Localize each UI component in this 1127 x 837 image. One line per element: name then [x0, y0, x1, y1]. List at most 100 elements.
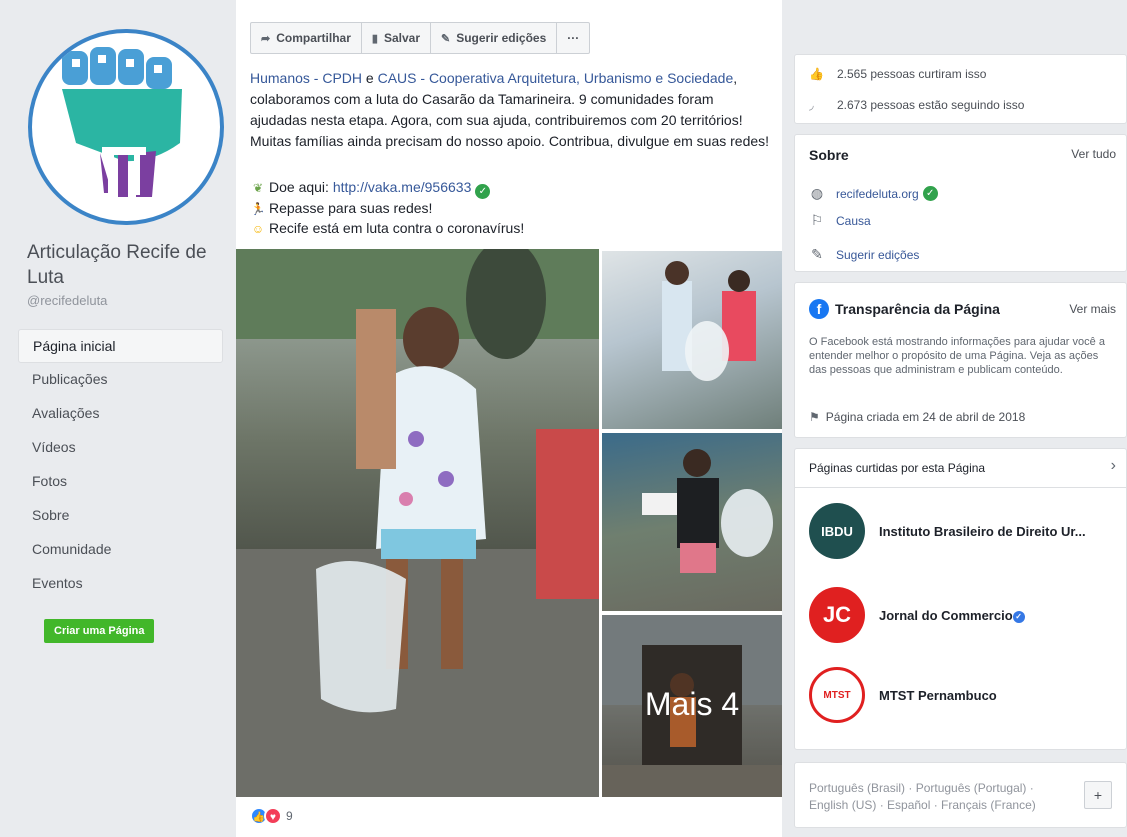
more-photos-overlay[interactable]: Mais 4 [602, 615, 782, 797]
globe-icon: ◍ [810, 185, 824, 201]
post-photo-main[interactable] [236, 249, 599, 797]
nav-item-posts[interactable]: Publicações [18, 363, 223, 397]
link-cpdh[interactable]: Humanos - CPDH [250, 70, 362, 86]
page-stats-card: 👍 2.565 pessoas curtiram isso ◞ 2.673 pe… [794, 54, 1127, 124]
donate-prefix: Doe aqui: [269, 179, 333, 195]
likes-text: 2.565 pessoas curtiram isso [837, 67, 987, 81]
nav-item-photos[interactable]: Fotos [18, 465, 223, 499]
photo-people-illustration [236, 249, 599, 797]
nav-item-about[interactable]: Sobre [18, 499, 223, 533]
category-link[interactable]: Causa [836, 214, 871, 228]
suggest-edits-button[interactable]: ✎ Sugerir edições [431, 23, 558, 53]
post-extra-lines: ❦ Doe aqui: http://vaka.me/956633 ✓ 🏃 Repas… [250, 178, 525, 239]
category-row[interactable]: ⚐ Causa [809, 212, 871, 229]
suggest-edits-row[interactable]: ✎ Sugerir edições [809, 246, 919, 263]
divider [795, 487, 1126, 488]
pencil-icon: ✎ [811, 246, 823, 262]
ibdu-logo-icon: IBDU [809, 503, 865, 559]
website-link[interactable]: recifedeluta.org [836, 187, 919, 201]
photo-woman-bags-illustration [642, 449, 773, 573]
page-avatar[interactable] [28, 29, 224, 225]
liked-page-item[interactable]: MTST MTST Pernambuco [809, 667, 1119, 723]
pencil-icon: ✎ [441, 32, 451, 45]
page-handle[interactable]: @recifedeluta [27, 293, 107, 308]
likes-stat: 👍 2.565 pessoas curtiram isso [809, 67, 986, 81]
followers-text: 2.673 pessoas estão seguindo isso [837, 98, 1025, 112]
liked-page-name[interactable]: Instituto Brasileiro de Direito Ur... [879, 524, 1119, 539]
verified-check-icon: ✓ [475, 184, 491, 199]
page-title[interactable]: Articulação Recife de Luta [27, 240, 227, 290]
language-card: Português (Brasil) · Português (Portugal… [794, 762, 1127, 828]
language-links[interactable]: Português (Brasil) · Português (Portugal… [809, 780, 1069, 814]
donate-link[interactable]: http://vaka.me/956633 [333, 179, 472, 195]
liked-page-name: Jornal do Commercio [879, 607, 1013, 623]
jc-logo-icon: JC [809, 587, 865, 643]
see-more-link[interactable]: Ver mais [1069, 302, 1116, 316]
fight-line: ☺ Recife está em luta contra o coronavíru… [250, 219, 524, 239]
liked-page-name[interactable]: MTST Pernambuco [879, 688, 1119, 703]
reaction-summary[interactable]: 👍 ♥ 9 [250, 807, 293, 825]
transparency-description: O Facebook está mostrando informações pa… [809, 336, 1105, 376]
post-photo-4[interactable]: Mais 4 [602, 615, 782, 797]
post-photo-3[interactable] [602, 433, 782, 611]
verified-check-icon: ✓ [922, 186, 938, 201]
nav-item-events[interactable]: Eventos [18, 567, 223, 601]
bookmark-icon: ▮ [371, 32, 378, 45]
rss-feed-icon: ◞ [809, 98, 814, 112]
sprout-emoji-icon: ❦ [252, 181, 264, 195]
add-language-button[interactable]: + [1084, 781, 1112, 809]
create-page-button[interactable]: Criar uma Página [44, 619, 155, 643]
facebook-logo-icon: f [809, 299, 829, 319]
liked-page-item[interactable]: IBDU Instituto Brasileiro de Direito Ur.… [809, 503, 1119, 559]
suggest-edits-link[interactable]: Sugerir edições [836, 248, 919, 262]
photo-volunteers-illustration [662, 261, 756, 381]
nav-item-reviews[interactable]: Avaliações [18, 397, 223, 431]
page-created-text: Página criada em 24 de abril de 2018 [825, 410, 1026, 424]
nav-item-videos[interactable]: Vídeos [18, 431, 223, 465]
share-button[interactable]: ➦ Compartilhar [251, 23, 362, 53]
mtst-logo-icon: MTST [809, 667, 865, 723]
followers-stat: ◞ 2.673 pessoas estão seguindo isso [809, 98, 1024, 112]
left-nav: Página inicial Publicações Avaliações Ví… [18, 329, 223, 601]
transparency-title: Transparência da Página [835, 301, 1000, 317]
liked-page-name-wrap[interactable]: Jornal do Commercio ✓ [879, 608, 1119, 623]
nav-item-community[interactable]: Comunidade [18, 533, 223, 567]
flag-icon: ⚐ [810, 212, 824, 228]
share-label: Compartilhar [276, 31, 351, 45]
save-label: Salvar [383, 31, 420, 45]
about-title: Sobre [809, 147, 849, 163]
left-column: Articulação Recife de Luta @recifedeluta… [18, 0, 233, 837]
page-created-row: ⚑ Página criada em 24 de abril de 2018 [809, 410, 1025, 424]
nav-item-home[interactable]: Página inicial [18, 329, 223, 363]
love-reaction-icon: ♥ [264, 807, 282, 825]
donate-line: ❦ Doe aqui: http://vaka.me/956633 ✓ [250, 178, 524, 199]
verified-badge-icon: ✓ [1012, 610, 1025, 623]
fist-logo-icon [62, 47, 182, 197]
chevron-right-icon[interactable]: › [1111, 457, 1116, 475]
suggest-label: Sugerir edições [456, 31, 547, 45]
liked-pages-title[interactable]: Páginas curtidas por esta Página [809, 461, 985, 475]
post-text: Humanos - CPDH e CAUS - Cooperativa Arqu… [250, 68, 770, 152]
save-button[interactable]: ▮ Salvar [362, 23, 431, 53]
fight-line-text: Recife está em luta contra o coronavírus… [269, 220, 525, 236]
photo-grid: Mais 4 [236, 249, 782, 797]
liked-page-item[interactable]: JC Jornal do Commercio ✓ [809, 587, 1119, 643]
see-all-link[interactable]: Ver tudo [1071, 147, 1116, 161]
thumbs-up-icon: 👍 [809, 67, 824, 81]
flag-icon: ⚑ [809, 410, 820, 424]
page-action-bar: ➦ Compartilhar ▮ Salvar ✎ Sugerir ediçõe… [250, 22, 591, 54]
liked-pages-card: Páginas curtidas por esta Página › IBDU … [794, 448, 1127, 750]
share-line: 🏃 Repasse para suas redes! [250, 199, 524, 219]
post-text-and: e [362, 70, 378, 86]
share-arrow-icon: ➦ [261, 32, 271, 45]
post-card: ➦ Compartilhar ▮ Salvar ✎ Sugerir ediçõe… [236, 0, 782, 837]
reaction-count: 9 [286, 809, 293, 823]
about-card: Sobre Ver tudo ◍ recifedeluta.org ✓ ⚐ Ca… [794, 134, 1127, 272]
share-line-text: Repasse para suas redes! [269, 200, 433, 216]
page-transparency-card: f Transparência da Página Ver mais O Fac… [794, 282, 1127, 438]
more-options-button[interactable]: ··· [557, 23, 589, 53]
post-photo-2[interactable] [602, 251, 782, 429]
smile-emoji-icon: ☺ [251, 222, 265, 236]
website-row[interactable]: ◍ recifedeluta.org ✓ [809, 185, 938, 202]
link-caus[interactable]: CAUS - Cooperativa Arquitetura, Urbanism… [378, 70, 734, 86]
